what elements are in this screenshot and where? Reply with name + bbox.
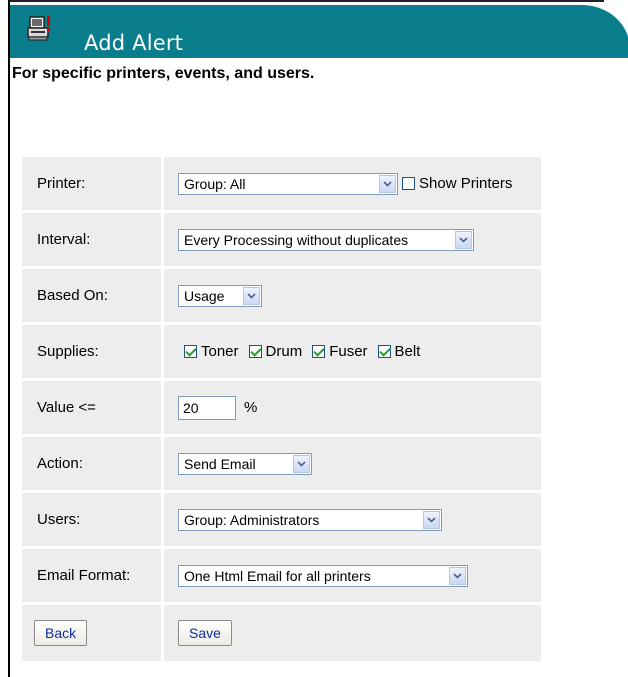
toner-checkbox[interactable] — [184, 345, 197, 358]
header-top-line — [10, 0, 604, 2]
drum-label: Drum — [265, 343, 303, 360]
value-label: Value <= — [22, 381, 161, 434]
email-format-select-value: One Html Email for all printers — [184, 567, 371, 584]
printer-alert-icon — [27, 16, 50, 41]
printer-control-cell: Group: All Show Printers — [164, 157, 541, 210]
printer-label: Printer: — [22, 157, 161, 210]
alert-panel: Add Alert For specific printers, events,… — [8, 0, 628, 677]
chevron-down-icon[interactable] — [449, 566, 466, 585]
fuser-checkbox[interactable] — [312, 345, 326, 358]
supplies-label: Supplies: — [22, 325, 161, 378]
save-button[interactable]: Save — [178, 620, 232, 646]
action-label: Action: — [22, 437, 161, 490]
belt-label: Belt — [394, 343, 421, 360]
chevron-down-icon[interactable] — [455, 230, 472, 249]
based-on-control-cell: Usage — [164, 269, 541, 322]
interval-row: Interval: Every Processing without dupli… — [22, 213, 541, 266]
show-printers-label: Show Printers — [419, 175, 513, 192]
buttons-row: Back Save — [22, 605, 541, 661]
value-row: Value <= 20 % — [22, 381, 541, 434]
based-on-select-value: Usage — [184, 287, 225, 304]
users-select-value: Group: Administrators — [184, 511, 320, 528]
drum-checkbox[interactable] — [248, 345, 262, 358]
page-subtitle: For specific printers, events, and users… — [12, 65, 315, 82]
based-on-row: Based On: Usage — [22, 269, 541, 322]
printer-row: Printer: Group: All Show Printers — [22, 157, 541, 210]
printer-select[interactable]: Group: All — [178, 172, 398, 195]
email-format-label: Email Format: — [22, 549, 161, 602]
supply-belt: Belt — [377, 343, 421, 360]
interval-label: Interval: — [22, 213, 161, 266]
users-select[interactable]: Group: Administrators — [178, 508, 442, 531]
based-on-label: Based On: — [22, 269, 161, 322]
interval-select[interactable]: Every Processing without duplicates — [178, 228, 474, 251]
printer-select-value: Group: All — [184, 175, 246, 192]
value-control-cell: 20 % — [164, 381, 541, 434]
value-input[interactable]: 20 — [178, 395, 236, 420]
toner-label: Toner — [201, 343, 239, 360]
supply-drum: Drum — [248, 343, 303, 360]
supplies-row: Supplies: Toner Drum Fuser Belt — [22, 325, 541, 378]
back-button[interactable]: Back — [34, 620, 88, 646]
chevron-down-icon[interactable] — [379, 174, 396, 193]
belt-checkbox[interactable] — [377, 345, 391, 358]
chevron-down-icon[interactable] — [293, 454, 310, 473]
interval-control-cell: Every Processing without duplicates — [164, 213, 541, 266]
action-select-value: Send Email — [184, 455, 256, 472]
supply-toner: Toner — [184, 343, 239, 360]
fuser-label: Fuser — [329, 343, 368, 360]
email-format-select[interactable]: One Html Email for all printers — [178, 564, 468, 587]
email-format-control-cell: One Html Email for all printers — [164, 549, 541, 602]
action-select[interactable]: Send Email — [178, 452, 312, 475]
supplies-control-cell: Toner Drum Fuser Belt — [164, 325, 541, 378]
alert-form: Printer: Group: All Show Printers Interv… — [22, 157, 541, 664]
email-format-row: Email Format: One Html Email for all pri… — [22, 549, 541, 602]
action-control-cell: Send Email — [164, 437, 541, 490]
back-button-cell: Back — [22, 605, 161, 661]
save-button-cell: Save — [164, 605, 541, 661]
show-printers-checkbox[interactable] — [402, 177, 415, 190]
value-unit: % — [244, 399, 258, 416]
based-on-select[interactable]: Usage — [178, 284, 262, 307]
users-control-cell: Group: Administrators — [164, 493, 541, 546]
action-row: Action: Send Email — [22, 437, 541, 490]
users-label: Users: — [22, 493, 161, 546]
chevron-down-icon[interactable] — [423, 510, 440, 529]
page-title: Add Alert — [84, 31, 184, 55]
users-row: Users: Group: Administrators — [22, 493, 541, 546]
header-bar: Add Alert — [10, 0, 628, 58]
interval-select-value: Every Processing without duplicates — [184, 231, 409, 248]
supply-fuser: Fuser — [312, 343, 368, 360]
chevron-down-icon[interactable] — [243, 286, 260, 305]
